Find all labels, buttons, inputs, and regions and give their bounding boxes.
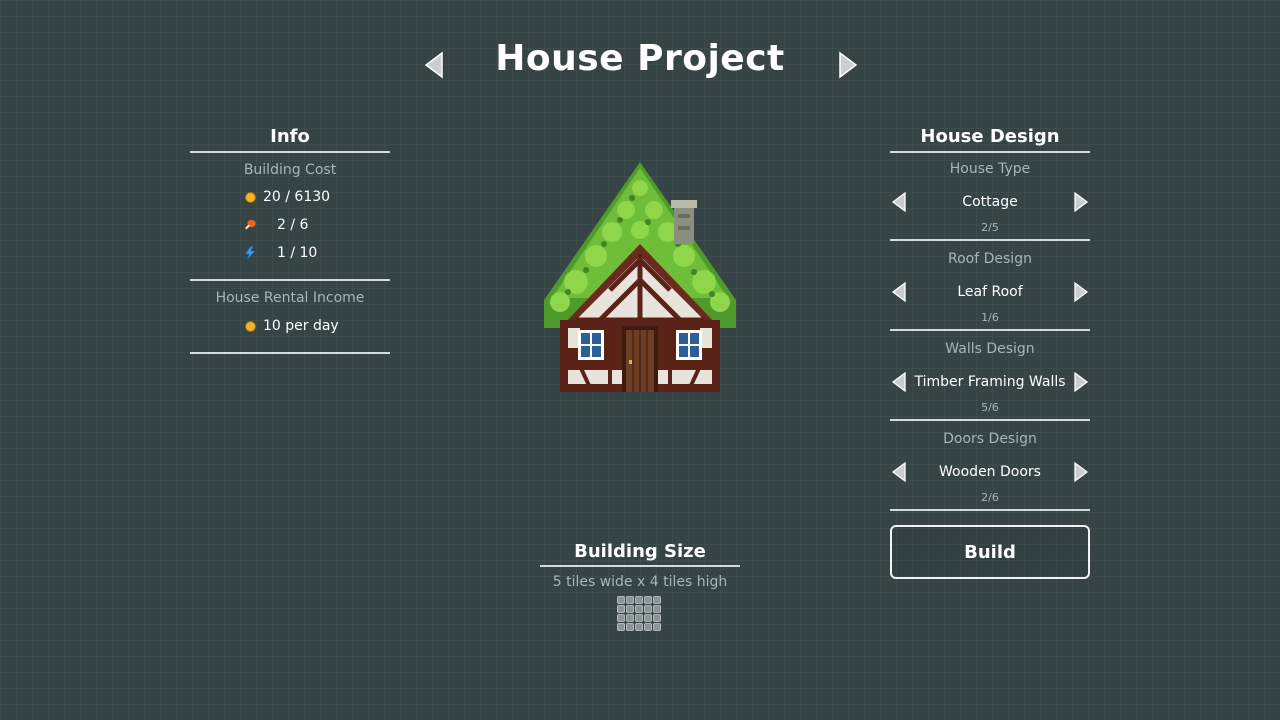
arrow-right-icon [839, 51, 858, 79]
arrow-left-icon [891, 371, 906, 393]
tile-cell [653, 614, 661, 622]
doors-design-next-button[interactable] [1072, 461, 1090, 483]
roof-design-label: Roof Design [948, 251, 1032, 267]
doors-design-value: Wooden Doors [939, 464, 1041, 480]
roof-design-prev-button[interactable] [890, 281, 908, 303]
building-size-panel: Building Size 5 tiles wide x 4 tiles hig… [540, 541, 740, 590]
roof-design-selector: Roof Design [890, 251, 1090, 267]
tile-cell [626, 623, 634, 631]
divider [540, 565, 740, 567]
divider [890, 419, 1090, 421]
rental-income-value: 10 per day [263, 318, 339, 334]
divider [890, 239, 1090, 241]
house-type-next-button[interactable] [1072, 191, 1090, 213]
arrow-right-icon [1074, 371, 1089, 393]
tile-cell [635, 596, 643, 604]
divider [890, 509, 1090, 511]
house-type-count: 2/5 [981, 221, 999, 234]
energy-cost-row: 1 / 10 [190, 245, 390, 261]
arrow-right-icon [1074, 281, 1089, 303]
info-panel: Info Building Cost 20 / 6130 2 / 6 1 / 1… [190, 126, 390, 354]
info-title: Info [270, 126, 310, 147]
building-size-title: Building Size [574, 541, 706, 562]
house-design-panel: House Design [890, 126, 1090, 153]
doors-design-prev-button[interactable] [890, 461, 908, 483]
arrow-left-icon [891, 191, 906, 213]
divider [190, 151, 390, 153]
arrow-right-icon [1074, 191, 1089, 213]
tile-cell [644, 623, 652, 631]
coin-icon [243, 319, 257, 333]
coin-cost-value: 20 / 6130 [263, 189, 331, 205]
tile-cell [635, 605, 643, 613]
tile-cell [644, 614, 652, 622]
walls-design-value: Timber Framing Walls [914, 374, 1066, 390]
house-type-label: House Type [949, 161, 1031, 177]
building-cost-label: Building Cost [243, 162, 337, 178]
tile-cell [617, 623, 625, 631]
divider [890, 329, 1090, 331]
tile-cell [635, 614, 643, 622]
house-design-title: House Design [920, 126, 1060, 147]
tile-cell [653, 605, 661, 613]
rental-income-label: House Rental Income [215, 290, 365, 306]
walls-design-prev-button[interactable] [890, 371, 908, 393]
arrow-left-icon [891, 461, 906, 483]
roof-design-value: Leaf Roof [957, 284, 1023, 300]
doors-design-label: Doors Design [943, 431, 1037, 447]
tile-cell [617, 596, 625, 604]
walls-design-count: 5/6 [981, 401, 999, 414]
tile-cell [653, 596, 661, 604]
walls-design-selector: Walls Design [890, 341, 1090, 357]
cottage-house-image [544, 162, 736, 393]
tile-cell [626, 605, 634, 613]
coin-icon [243, 190, 257, 204]
meat-cost-row: 2 / 6 [190, 217, 390, 233]
energy-cost-value: 1 / 10 [277, 245, 318, 261]
lightning-icon [243, 245, 257, 261]
tile-cell [626, 596, 634, 604]
tile-cell [653, 623, 661, 631]
build-button-label: Build [964, 541, 1016, 563]
tile-cell [617, 605, 625, 613]
arrow-left-icon [891, 281, 906, 303]
meat-cost-value: 2 / 6 [277, 217, 309, 233]
tile-cell [635, 623, 643, 631]
next-project-button[interactable] [837, 51, 859, 79]
walls-design-next-button[interactable] [1072, 371, 1090, 393]
tile-grid-icon [617, 596, 662, 632]
coin-cost-row: 20 / 6130 [190, 189, 390, 205]
house-type-prev-button[interactable] [890, 191, 908, 213]
doors-design-selector: Doors Design [890, 431, 1090, 447]
divider [190, 352, 390, 354]
build-button[interactable]: Build [890, 525, 1090, 579]
rental-income-row: 10 per day [190, 318, 390, 334]
roof-design-count: 1/6 [981, 311, 999, 324]
house-type-selector: House Type [890, 161, 1090, 177]
divider [190, 279, 390, 281]
tile-cell [644, 605, 652, 613]
tile-cell [617, 614, 625, 622]
page-title: House Project [495, 38, 785, 79]
house-preview [540, 160, 740, 393]
roof-design-next-button[interactable] [1072, 281, 1090, 303]
walls-design-label: Walls Design [945, 341, 1035, 357]
tile-cell [644, 596, 652, 604]
doors-design-count: 2/6 [981, 491, 999, 504]
meat-icon [243, 218, 257, 232]
tile-cell [626, 614, 634, 622]
building-size-description: 5 tiles wide x 4 tiles high [552, 574, 728, 590]
divider [890, 151, 1090, 153]
house-type-value: Cottage [962, 194, 1018, 210]
arrow-right-icon [1074, 461, 1089, 483]
